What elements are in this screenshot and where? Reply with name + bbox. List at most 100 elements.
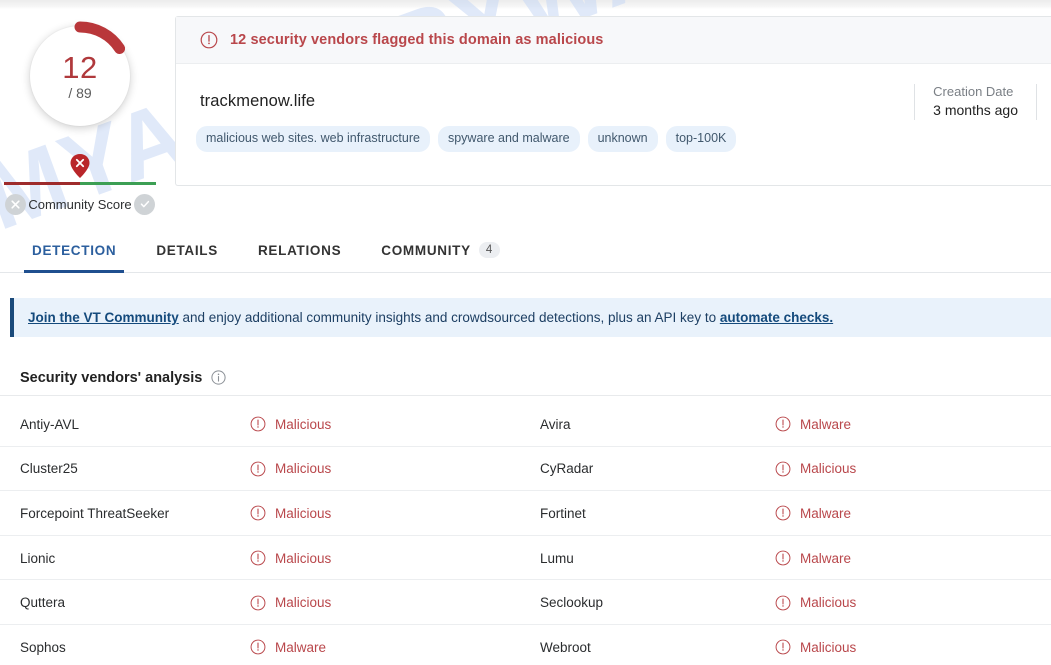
- check-circle-icon[interactable]: [134, 193, 155, 215]
- detection-gauge: 12 / 89: [27, 21, 133, 127]
- verdict-label: Malware: [800, 416, 852, 432]
- tab-label: RELATIONS: [257, 242, 342, 258]
- verdict-label: Malware: [275, 639, 327, 655]
- table-row[interactable]: Quttera Malicious: [0, 580, 525, 625]
- alert-circle-icon: [775, 550, 791, 566]
- join-banner-middle-text: and enjoy additional community insights …: [178, 310, 720, 325]
- vendor-verdict: Malicious: [250, 505, 331, 521]
- domain-card-body: trackmenow.life malicious web sites. web…: [176, 64, 1051, 186]
- vendor-name: Antiy-AVL: [20, 416, 80, 432]
- alert-circle-icon: [250, 416, 266, 432]
- meta-divider: [1036, 84, 1037, 120]
- table-row[interactable]: Forcepoint ThreatSeeker Malicious: [0, 491, 525, 536]
- vendor-name: Fortinet: [540, 505, 586, 521]
- alert-circle-icon: [250, 595, 266, 611]
- verdict-label: Malicious: [800, 595, 857, 611]
- table-row[interactable]: CyRadar Malicious: [525, 447, 1051, 492]
- virustotal-domain-report-page: MYANTISPYWARE.COM 12 / 89 Communi: [0, 0, 1051, 665]
- table-row[interactable]: Sophos Malware: [0, 625, 525, 665]
- alert-circle-icon: [775, 595, 791, 611]
- verdict-label: Malicious: [800, 639, 857, 655]
- vendor-verdict: Malware: [775, 550, 851, 566]
- table-row[interactable]: Fortinet Malware: [525, 491, 1051, 536]
- info-circle-icon[interactable]: [211, 370, 226, 385]
- vendor-verdict: Malware: [775, 416, 851, 432]
- vendor-verdict: Malware: [775, 505, 851, 521]
- alert-circle-icon: [775, 416, 791, 432]
- vendor-verdict: Malicious: [775, 461, 856, 477]
- vendor-name: CyRadar: [540, 461, 594, 477]
- domain-tag[interactable]: malicious web sites. web infrastructure: [196, 126, 430, 152]
- domain-tag[interactable]: top-100K: [665, 126, 737, 152]
- malicious-alert-banner: 12 security vendors flagged this domain …: [176, 17, 1051, 64]
- vendor-name: Seclookup: [540, 595, 604, 611]
- security-vendors-header: Security vendors' analysis: [0, 360, 1051, 396]
- automate-checks-link[interactable]: automate checks.: [720, 310, 833, 325]
- vendor-name: Lionic: [20, 550, 56, 566]
- join-community-banner: Join the VT Community and enjoy addition…: [10, 298, 1051, 337]
- join-banner-text: Join the VT Community and enjoy addition…: [28, 310, 833, 325]
- map-pin-x-icon: [70, 154, 90, 178]
- creation-date-label: Creation Date: [933, 84, 1014, 99]
- table-row[interactable]: Seclookup Malicious: [525, 580, 1051, 625]
- vendor-verdict: Malicious: [775, 639, 856, 655]
- meta-divider: [914, 84, 916, 120]
- table-row[interactable]: Avira Malware: [525, 402, 1051, 447]
- vendor-name: Webroot: [540, 639, 591, 655]
- report-tab-bar: DETECTION DETAILS RELATIONS COMMUNITY 4: [0, 228, 1051, 273]
- table-row[interactable]: Antiy-AVL Malicious: [0, 402, 525, 447]
- detection-total: / 89: [68, 84, 92, 101]
- tab-details[interactable]: DETAILS: [136, 228, 238, 272]
- vendor-verdict: Malicious: [250, 550, 331, 566]
- vendor-name: Sophos: [20, 639, 66, 655]
- tab-community[interactable]: COMMUNITY 4: [361, 228, 520, 272]
- domain-tag[interactable]: spyware and malware: [437, 126, 580, 152]
- vendor-verdict: Malicious: [250, 416, 331, 432]
- detection-count: 12: [62, 49, 98, 85]
- detection-score-panel: 12 / 89 Community Score: [0, 9, 160, 215]
- vendor-verdict: Malicious: [250, 595, 331, 611]
- verdict-label: Malware: [800, 505, 852, 521]
- join-vt-community-link[interactable]: Join the VT Community: [28, 310, 179, 325]
- domain-tag[interactable]: unknown: [587, 126, 658, 152]
- verdict-label: Malicious: [275, 416, 332, 432]
- domain-tag-list: malicious web sites. web infrastructure …: [196, 126, 737, 152]
- gauge-values: 12 / 89: [30, 26, 130, 126]
- tab-label: DETAILS: [156, 242, 218, 258]
- verdict-label: Malicious: [275, 550, 332, 566]
- security-vendors-table: Antiy-AVL Malicious Cluster25 Malicious …: [0, 402, 1051, 665]
- x-circle-icon[interactable]: [5, 193, 26, 215]
- vendor-name: Cluster25: [20, 461, 78, 477]
- tab-label: DETECTION: [32, 242, 117, 258]
- vendor-name: Lumu: [540, 550, 574, 566]
- vendor-name: Quttera: [20, 595, 66, 611]
- table-row[interactable]: Lumu Malware: [525, 536, 1051, 581]
- alert-circle-icon: [775, 506, 791, 521]
- security-vendors-title: Security vendors' analysis: [20, 369, 203, 386]
- verdict-label: Malware: [800, 550, 852, 566]
- alert-circle-icon: [250, 506, 266, 521]
- verdict-label: Malicious: [275, 505, 332, 521]
- alert-circle-icon: [250, 639, 266, 655]
- creation-date-block: Creation Date 3 months ago: [914, 84, 1037, 120]
- community-count-badge: 4: [478, 242, 500, 258]
- alert-circle-icon: [775, 461, 791, 477]
- verdict-label: Malicious: [800, 461, 857, 477]
- creation-date-value: 3 months ago: [933, 102, 1018, 118]
- tab-detection[interactable]: DETECTION: [12, 228, 136, 273]
- tab-label: COMMUNITY: [381, 242, 471, 258]
- alert-circle-icon: [775, 639, 791, 655]
- tab-relations[interactable]: RELATIONS: [238, 228, 361, 272]
- vendor-verdict: Malicious: [775, 595, 856, 611]
- creation-date-group: Creation Date 3 months ago: [933, 84, 1018, 118]
- community-score-widget: Community Score: [0, 149, 160, 215]
- alert-circle-icon: [200, 31, 218, 49]
- domain-summary-card: 12 security vendors flagged this domain …: [175, 16, 1051, 186]
- table-row[interactable]: Lionic Malicious: [0, 536, 525, 581]
- table-row[interactable]: Cluster25 Malicious: [0, 447, 525, 492]
- community-score-row: Community Score: [0, 189, 160, 219]
- community-score-bar: [4, 182, 156, 185]
- vendor-verdict: Malware: [250, 639, 326, 655]
- malicious-alert-text: 12 security vendors flagged this domain …: [230, 32, 604, 48]
- table-row[interactable]: Webroot Malicious: [525, 625, 1051, 665]
